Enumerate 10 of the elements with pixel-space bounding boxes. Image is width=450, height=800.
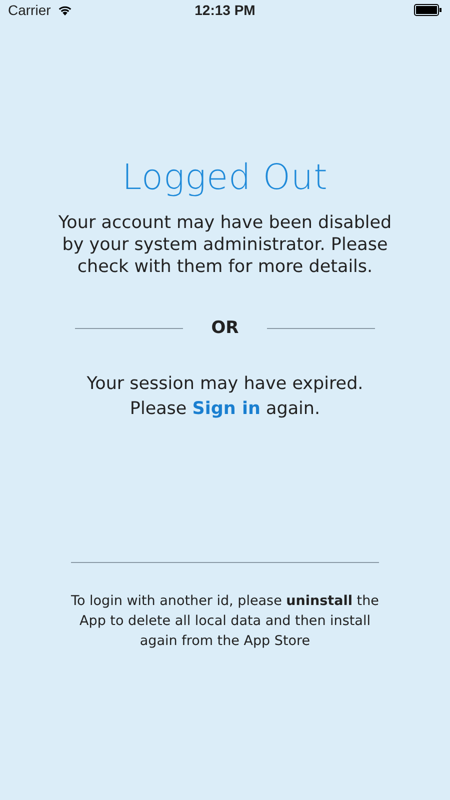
carrier-label: Carrier <box>8 2 51 18</box>
wifi-icon <box>56 4 73 16</box>
separator-label: OR <box>211 318 239 338</box>
battery-icon <box>414 4 442 16</box>
disabled-message: Your account may have been disabled by your system administrator. Please check with them for more details. <box>57 212 393 278</box>
footer-note: To login with another id, please uninstall the App to delete all local data and then install again from the App Store <box>70 592 380 651</box>
clock-time: 12:13 PM <box>194 2 256 18</box>
page-title: Logged Out <box>122 158 328 198</box>
sign-in-link[interactable]: Sign in <box>192 399 260 419</box>
session-message: Your session may have expired. Please Sign in again. <box>86 373 364 421</box>
